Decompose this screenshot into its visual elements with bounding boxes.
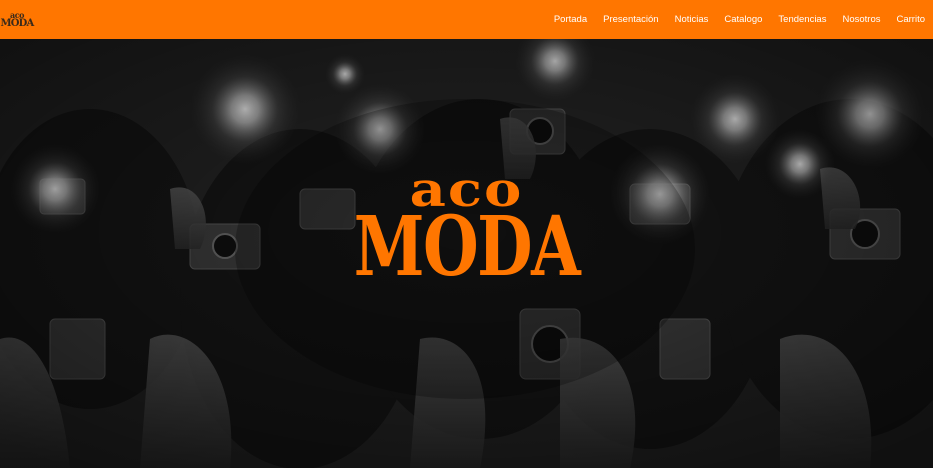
hero-logo: aco MODA bbox=[0, 166, 933, 295]
hero-banner: aco MODA bbox=[0, 39, 933, 468]
nav-item-noticias[interactable]: Noticias bbox=[675, 14, 709, 25]
main-nav: Portada Presentación Noticias Catalogo T… bbox=[538, 0, 925, 39]
brand-logo[interactable]: aco MODA bbox=[1, 9, 35, 31]
top-navbar: aco MODA Portada Presentación Noticias C… bbox=[0, 0, 933, 39]
nav-item-catalogo[interactable]: Catalogo bbox=[724, 14, 762, 25]
nav-item-presentacion[interactable]: Presentación bbox=[603, 14, 658, 25]
nav-item-tendencias[interactable]: Tendencias bbox=[778, 14, 826, 25]
hero-logo-bottom: MODA bbox=[353, 199, 581, 295]
nav-item-nosotros[interactable]: Nosotros bbox=[842, 14, 880, 25]
brand-logo-bottom: MODA bbox=[0, 17, 35, 29]
nav-item-portada[interactable]: Portada bbox=[554, 14, 587, 25]
nav-item-carrito[interactable]: Carrito bbox=[896, 14, 925, 25]
